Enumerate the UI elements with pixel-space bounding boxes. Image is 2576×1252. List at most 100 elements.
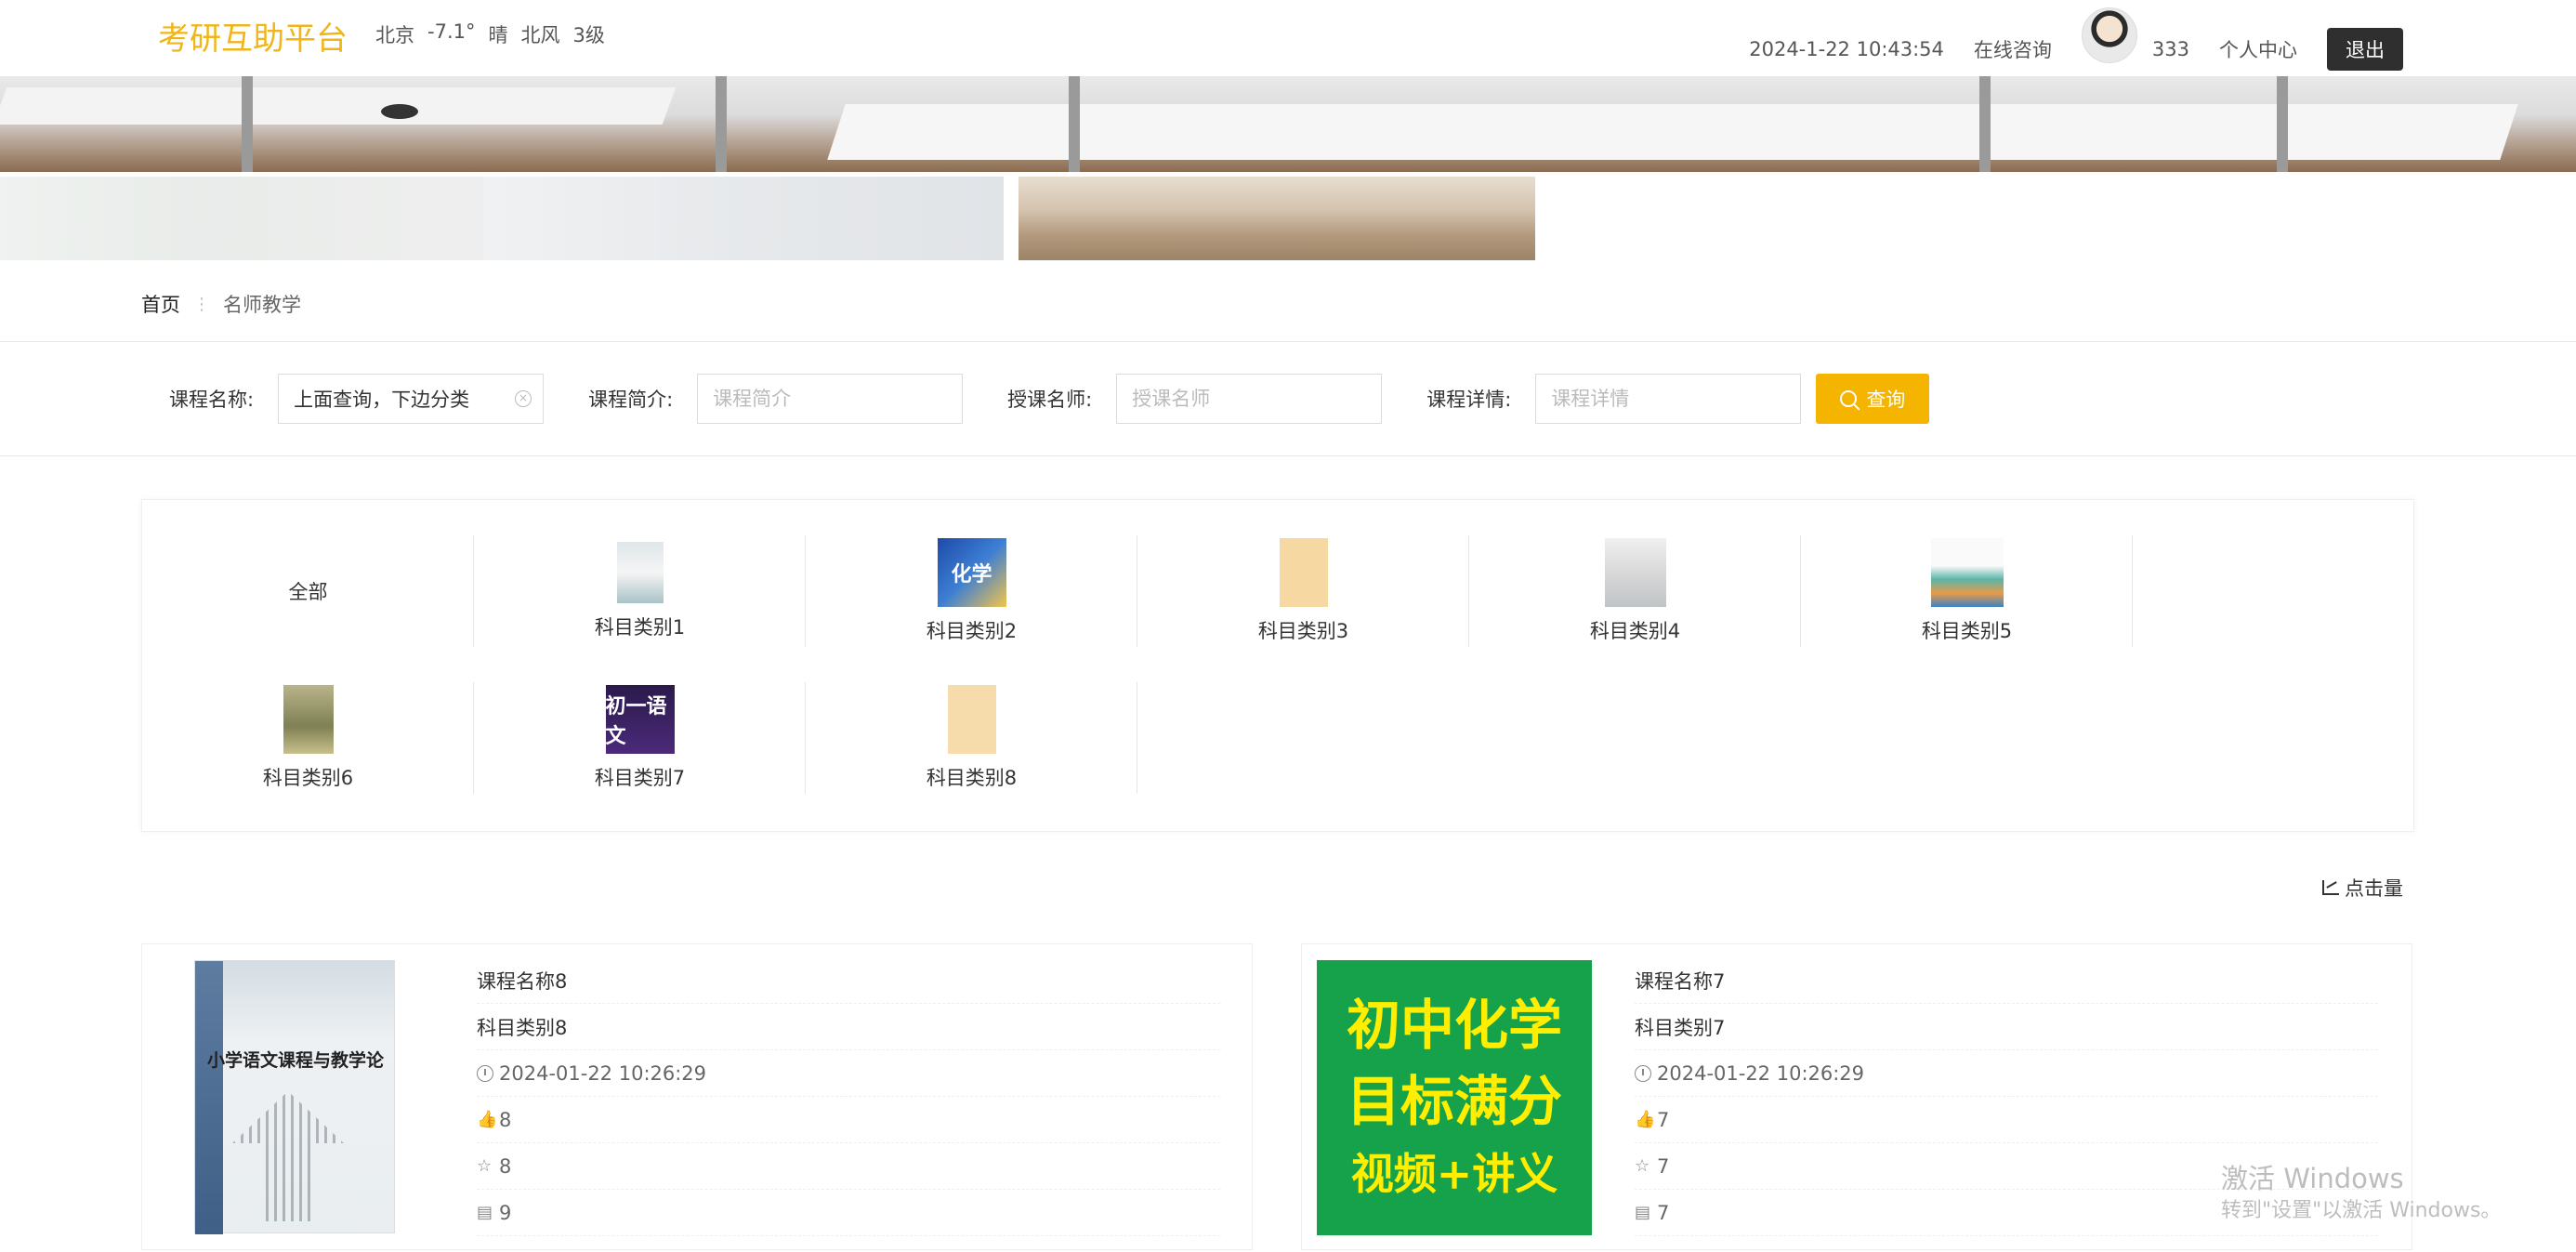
banner-leg-shape	[2277, 76, 2288, 172]
logout-button[interactable]: 退出	[2327, 28, 2403, 71]
thumbs-up-icon: 👍	[1635, 1109, 1656, 1129]
category-item-1[interactable]: 科目类别1	[474, 535, 806, 647]
category-item-5[interactable]: 科目类别5	[1801, 535, 2133, 647]
personal-center-link[interactable]: 个人中心	[2219, 35, 2297, 63]
cover-line-2: 目标满分	[1346, 1070, 1562, 1133]
category-panel: 全部 科目类别1 化学 科目类别2 科目类别3 科目类别4 科目类别5 科目类别…	[141, 499, 2414, 832]
teacher-field[interactable]	[1116, 374, 1383, 424]
course-time: 2024-01-22 10:26:29	[477, 1050, 1220, 1097]
category-label: 科目类别4	[1589, 620, 1681, 642]
course-name[interactable]: 课程名称7	[1635, 957, 2378, 1004]
favorites-count: 7	[1657, 1154, 1670, 1178]
category-all[interactable]: 全部	[142, 535, 474, 647]
category-item-7[interactable]: 初一语文 科目类别7	[474, 682, 806, 794]
online-consult-link[interactable]: 在线咨询	[1974, 35, 2052, 63]
favorites-count: 8	[499, 1154, 512, 1178]
course-name[interactable]: 课程名称8	[477, 957, 1220, 1004]
course-category: 科目类别8	[477, 1004, 1220, 1050]
course-intro-label: 课程简介:	[588, 389, 674, 411]
username: 333	[2151, 38, 2189, 60]
category-cover-image	[1930, 538, 2004, 607]
banner-desk-shape	[0, 87, 677, 125]
weather-info: 北京 -7.1° 晴 北风 3级	[375, 20, 605, 48]
banner-leg-shape	[1069, 76, 1080, 172]
thumbnail-2[interactable]	[483, 177, 1004, 260]
category-label: 科目类别3	[1257, 620, 1349, 642]
category-cover-image	[1279, 538, 1328, 607]
banner-desk-shape	[827, 104, 2518, 160]
course-detail-field[interactable]	[1535, 374, 1802, 424]
course-cover-image[interactable]: 小学语文课程与教学论	[194, 960, 395, 1234]
category-label: 科目类别8	[926, 767, 1018, 789]
course-time: 2024-01-22 10:26:29	[1635, 1050, 2378, 1097]
banner-leg-shape	[716, 76, 727, 172]
thumbnail-1[interactable]	[0, 177, 483, 260]
category-item-3[interactable]: 科目类别3	[1137, 535, 1469, 647]
clear-icon[interactable]: ×	[515, 390, 532, 407]
current-datetime: 2024-1-22 10:43:54	[1749, 38, 1944, 60]
sort-by-clicks[interactable]: 点击量	[2322, 874, 2403, 902]
course-info: 课程名称8 科目类别8 2024-01-22 10:26:29 👍 8 ☆ 8 ▤ 9	[477, 957, 1220, 1236]
category-label: 科目类别6	[262, 767, 354, 789]
course-name-input[interactable]	[294, 388, 529, 410]
clock-icon	[477, 1064, 493, 1082]
weather-temp: -7.1°	[427, 20, 476, 43]
banner-image	[0, 76, 2576, 172]
thumbnail-gap	[1004, 177, 1019, 260]
likes-count: 7	[1657, 1108, 1670, 1131]
user-avatar[interactable]	[2081, 7, 2137, 63]
category-cover-image	[616, 542, 664, 603]
course-cover-image[interactable]: 初中化学 目标满分 视频+讲义	[1317, 960, 1592, 1235]
course-name-label: 课程名称:	[169, 389, 255, 411]
site-logo[interactable]: 考研互助平台	[158, 13, 348, 59]
course-time-text: 2024-01-22 10:26:29	[1657, 1061, 1865, 1085]
breadcrumb-home[interactable]: 首页	[141, 290, 180, 318]
banner-thumbnails	[0, 177, 1535, 260]
category-item-8[interactable]: 科目类别8	[806, 682, 1137, 794]
course-category: 科目类别7	[1635, 1004, 2378, 1050]
course-favorites: ☆ 8	[477, 1143, 1220, 1190]
course-likes: 👍 7	[1635, 1097, 2378, 1143]
category-cover-image: 化学	[937, 538, 1006, 607]
course-intro-field[interactable]	[697, 374, 964, 424]
likes-count: 8	[499, 1108, 512, 1131]
category-cover-image	[947, 685, 996, 754]
search-button[interactable]: 查询	[1816, 374, 1930, 424]
course-card[interactable]: 小学语文课程与教学论 课程名称8 科目类别8 2024-01-22 10:26:…	[141, 943, 1253, 1250]
course-name-text: 课程名称7	[1635, 969, 1726, 993]
weather-wind: 北风	[520, 24, 560, 46]
divider	[0, 455, 2576, 456]
star-icon: ☆	[477, 1155, 493, 1176]
category-label: 科目类别1	[594, 616, 686, 639]
category-grid: 全部 科目类别1 化学 科目类别2 科目类别3 科目类别4 科目类别5 科目类别…	[142, 535, 2133, 794]
search-form: 课程名称: × 课程简介: 授课名师: 课程详情: 查询	[169, 374, 1930, 424]
clock-icon	[1635, 1064, 1651, 1082]
course-likes: 👍 8	[477, 1097, 1220, 1143]
sort-label: 点击量	[2345, 877, 2403, 900]
category-cover-image: 初一语文	[605, 685, 675, 754]
teacher-input[interactable]	[1132, 388, 1367, 410]
windows-activation-watermark: 激活 Windows	[2221, 1163, 2404, 1194]
category-label: 科目类别2	[926, 620, 1018, 642]
course-category-text: 科目类别8	[477, 1016, 568, 1039]
cover-title: 小学语文课程与教学论	[206, 1050, 384, 1071]
category-item-4[interactable]: 科目类别4	[1469, 535, 1801, 647]
banner-hole-shape	[381, 104, 418, 119]
cover-pattern	[232, 1091, 344, 1221]
category-item-6[interactable]: 科目类别6	[142, 682, 474, 794]
page: 考研互助平台 北京 -7.1° 晴 北风 3级 2024-1-22 10:43:…	[0, 0, 2576, 1252]
course-name-text: 课程名称8	[477, 969, 568, 993]
course-detail-input[interactable]	[1551, 388, 1786, 410]
category-cover-image	[1604, 538, 1666, 607]
category-cover-image	[283, 685, 334, 754]
course-detail-label: 课程详情:	[1426, 389, 1512, 411]
breadcrumb-separator: ⋮	[193, 294, 210, 314]
course-intro-input[interactable]	[713, 388, 948, 410]
chart-icon	[2322, 880, 2339, 895]
category-label: 科目类别5	[1921, 620, 2013, 642]
weather-city: 北京	[375, 24, 414, 46]
comment-icon: ▤	[1635, 1202, 1651, 1222]
course-name-field[interactable]: ×	[278, 374, 545, 424]
thumbnail-3-active[interactable]	[1019, 177, 1535, 260]
category-item-2[interactable]: 化学 科目类别2	[806, 535, 1137, 647]
